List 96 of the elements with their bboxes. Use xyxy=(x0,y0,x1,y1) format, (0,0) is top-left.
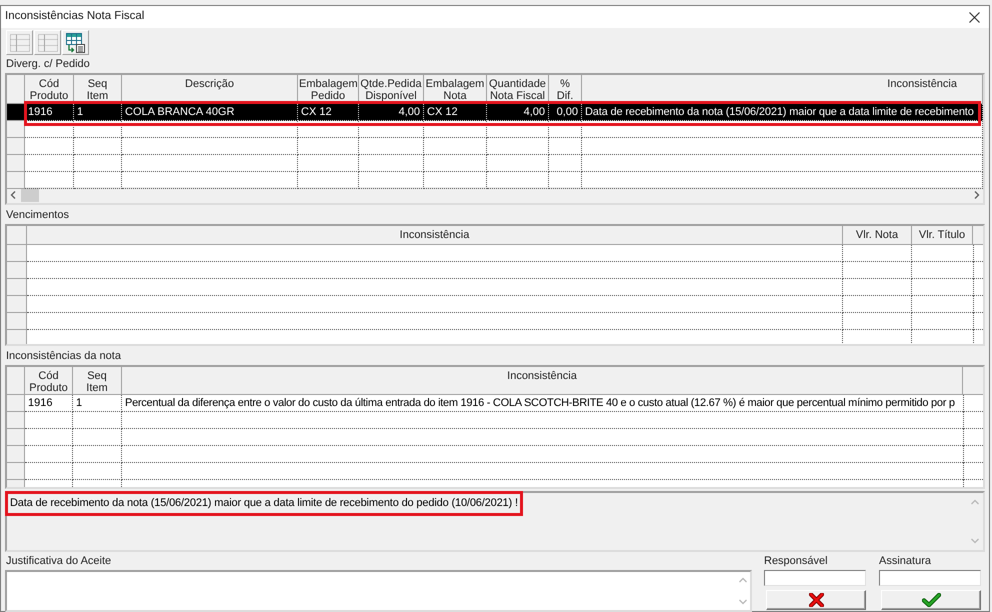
responsible-field[interactable] xyxy=(764,570,866,586)
table-cell: 4,00 xyxy=(359,104,424,121)
cancel-button[interactable] xyxy=(766,590,866,610)
table-cell xyxy=(843,262,912,279)
section-label: Justificativa do Aceite xyxy=(6,554,112,569)
table-cell xyxy=(424,121,487,138)
section-label: Responsável xyxy=(764,554,828,569)
chevron-left-icon[interactable] xyxy=(10,191,16,199)
table-cell xyxy=(25,412,73,429)
table-cell: COLA BRANCA 40GR xyxy=(122,104,298,121)
table-cell xyxy=(25,463,73,480)
table-cell xyxy=(298,155,359,172)
table-cell xyxy=(973,279,983,296)
section-label: Vencimentos xyxy=(6,208,69,222)
table-cell xyxy=(487,155,549,172)
column-header[interactable]: Quantidade Nota Fiscal xyxy=(487,75,549,104)
table-cell xyxy=(549,138,582,155)
x-icon xyxy=(808,593,824,607)
table-cell xyxy=(973,245,983,262)
table-cell: 1 xyxy=(74,104,122,121)
table-cell: Percentual da diferença entre o valor do custo da última entrada do item 1916 - COLA SCOTCH-BRITE 40 e o custo atual (12.67 %) é maior que percentual mínimo permitido por p xyxy=(122,395,963,412)
table-cell xyxy=(549,155,582,172)
table-cell: Data de recebimento da nota (15/06/2021) maior que a data limite de recebimento xyxy=(582,104,983,121)
chevron-right-icon[interactable] xyxy=(974,191,980,199)
column-header[interactable]: Seq Item xyxy=(73,367,122,395)
column-header[interactable]: Seq Item xyxy=(74,75,122,104)
table-cell xyxy=(843,313,912,330)
table-cell xyxy=(298,121,359,138)
section-label: Diverg. c/ Pedido xyxy=(6,56,90,72)
table-icon xyxy=(38,34,58,52)
column-header[interactable]: Cód Produto xyxy=(25,75,74,104)
table-cell xyxy=(359,155,424,172)
signature-field[interactable] xyxy=(879,570,981,586)
table-arrow-icon xyxy=(66,32,86,52)
table-cell xyxy=(973,313,983,330)
table-row[interactable]: 1916 1 COLA BRANCA 40GR CX 12 4,00 CX 12 4,00 0,00 Data de recebimento da nota (15/06/2021) maior que a data limite de recebimento xyxy=(7,104,983,121)
table-cell xyxy=(487,121,549,138)
table-cell xyxy=(25,121,74,138)
table-cell xyxy=(843,245,912,262)
table-cell xyxy=(963,395,983,412)
table-icon xyxy=(10,34,30,52)
column-header[interactable]: Vlr. Nota xyxy=(843,226,912,245)
table-cell: 1 xyxy=(73,395,122,412)
scrollbar-thumb[interactable] xyxy=(21,188,39,202)
table-cell xyxy=(25,138,74,155)
table-cell xyxy=(843,296,912,313)
table-cell xyxy=(963,463,983,480)
table-row[interactable]: 1916 1 Percentual da diferença entre o valor do custo da última entrada do item 1916 - COLA SCOTCH-BRITE 40 e o custo atual (12.67 %) é maior que percentual mínimo permitido por p xyxy=(7,395,983,412)
section-label: Assinatura xyxy=(879,554,931,569)
window-title: Inconsistências Nota Fiscal xyxy=(5,9,144,24)
column-header[interactable]: Inconsistência xyxy=(582,75,983,104)
table-cell: 0,00 xyxy=(549,104,582,121)
message-text: Data de recebimento da nota (15/06/2021) maior que a data limite de recebimento do pedido (10/06/2021) ! xyxy=(10,497,518,510)
toolbar-button[interactable] xyxy=(62,30,89,55)
table-cell xyxy=(25,429,73,446)
column-header[interactable]: Cód Produto xyxy=(25,367,73,395)
table-cell xyxy=(74,155,122,172)
table-cell: 1916 xyxy=(25,395,73,412)
column-header[interactable]: Descrição xyxy=(122,75,298,104)
table-cell xyxy=(963,429,983,446)
table-cell xyxy=(963,446,983,463)
table-cell xyxy=(74,121,122,138)
column-header[interactable]: Embalagem Pedido xyxy=(298,75,359,104)
checkmark-icon xyxy=(922,593,940,607)
section-label: Inconsistências da nota xyxy=(6,348,121,364)
table-cell xyxy=(73,412,122,429)
table-cell: CX 12 xyxy=(298,104,359,121)
table-cell xyxy=(298,138,359,155)
table-cell xyxy=(843,279,912,296)
table-cell xyxy=(359,121,424,138)
table-cell: 4,00 xyxy=(487,104,549,121)
column-header[interactable]: Vlr. Título xyxy=(912,226,973,245)
table-cell xyxy=(25,155,74,172)
column-header[interactable]: Embalagem Nota xyxy=(424,75,487,104)
table-cell xyxy=(963,412,983,429)
table-cell xyxy=(74,138,122,155)
table-cell xyxy=(973,262,983,279)
horizontal-scrollbar[interactable] xyxy=(7,187,983,203)
close-icon[interactable] xyxy=(969,12,980,22)
table-cell xyxy=(359,138,424,155)
column-header[interactable]: Qtde.Pedida Disponível xyxy=(359,75,424,104)
table-cell xyxy=(424,138,487,155)
column-header[interactable]: Inconsistência xyxy=(122,367,963,395)
confirm-button[interactable] xyxy=(881,590,981,610)
column-header[interactable]: Inconsistência xyxy=(27,226,843,245)
table-cell xyxy=(973,296,983,313)
table-cell xyxy=(73,463,122,480)
table-cell xyxy=(25,446,73,463)
column-header[interactable]: % Dif. xyxy=(549,75,582,104)
table-cell xyxy=(424,155,487,172)
table-cell xyxy=(73,446,122,463)
table-cell: CX 12 xyxy=(424,104,487,121)
table-cell xyxy=(73,429,122,446)
table-cell: 1916 xyxy=(25,104,74,121)
table-cell xyxy=(487,138,549,155)
table-cell xyxy=(549,121,582,138)
